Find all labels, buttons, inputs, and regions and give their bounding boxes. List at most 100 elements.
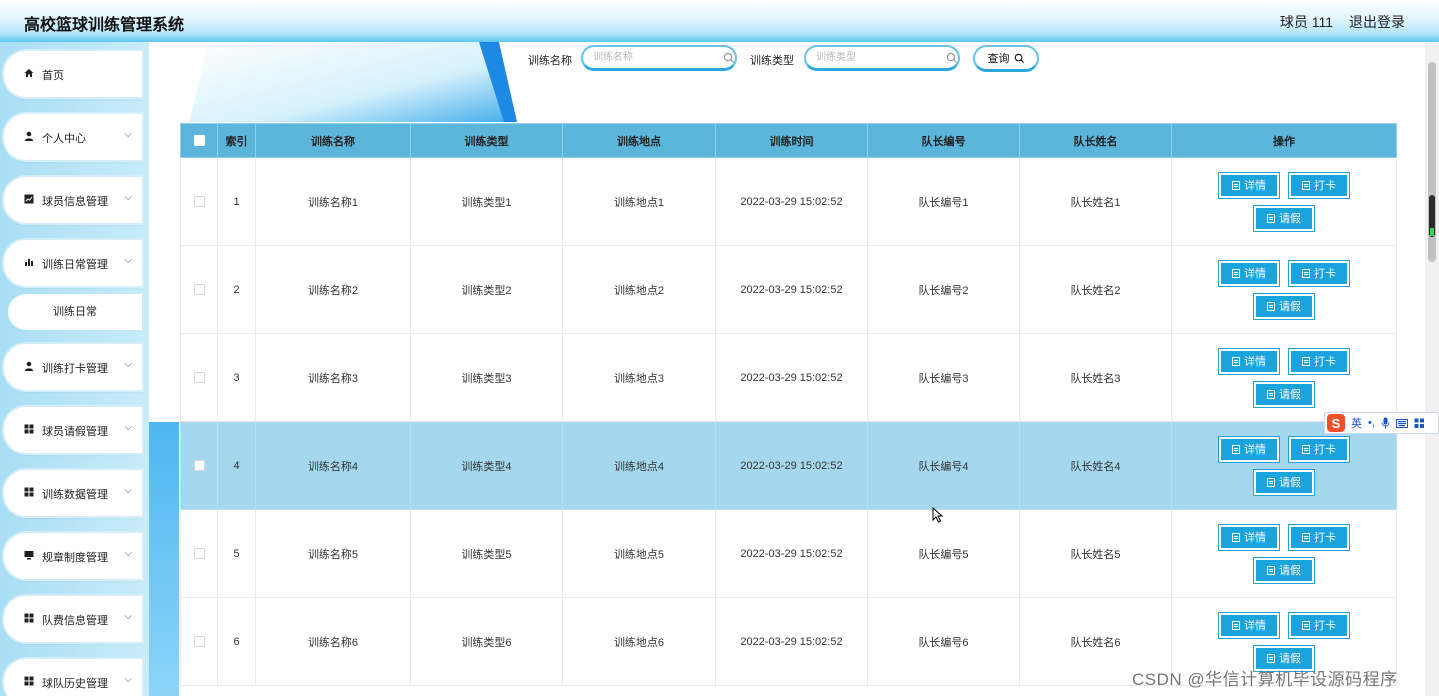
table-row[interactable]: 3 训练名称3 训练类型3 训练地点3 2022-03-29 15:02:52 队长编号3…: [180, 333, 1397, 422]
leave-button-label: 请假: [1279, 653, 1301, 665]
logout-link[interactable]: 退出登录: [1349, 12, 1405, 32]
grid-icon: [24, 613, 34, 623]
ime-mode[interactable]: 英: [1351, 415, 1362, 431]
row-checkbox[interactable]: [193, 284, 205, 296]
table-cell-name: 训练名称3: [255, 333, 411, 422]
table-row[interactable]: 5 训练名称5 训练类型5 训练地点5 2022-03-29 15:02:52 队长编号5…: [180, 509, 1397, 598]
checkin-button[interactable]: 打卡: [1288, 347, 1350, 375]
leave-button[interactable]: 请假: [1253, 292, 1315, 320]
checkin-button[interactable]: 打卡: [1288, 611, 1350, 639]
table-cell-index: 2: [217, 245, 256, 334]
table-cell-captain-name: 队长姓名1: [1019, 157, 1172, 246]
leave-button[interactable]: 请假: [1253, 468, 1315, 496]
sidebar-item-player-info[interactable]: 球员信息管理 ⌵: [4, 177, 142, 223]
sidebar-item-label: 训练日常管理: [42, 259, 108, 271]
leave-button[interactable]: 请假: [1253, 380, 1315, 408]
row-actions: 详情 打卡请假: [1209, 347, 1359, 408]
table-cell-captain-no: 队长编号2: [867, 245, 1020, 334]
detail-button[interactable]: 详情: [1218, 523, 1280, 551]
checkin-button[interactable]: 打卡: [1288, 523, 1350, 551]
detail-button[interactable]: 详情: [1218, 435, 1280, 463]
sidebar-item-personal-center[interactable]: 个人中心 ⌵: [4, 114, 142, 160]
detail-button[interactable]: 详情: [1218, 611, 1280, 639]
detail-button[interactable]: 详情: [1218, 347, 1280, 375]
sogou-logo-icon: S: [1327, 414, 1345, 432]
checkin-button[interactable]: 打卡: [1288, 171, 1350, 199]
type-search-input[interactable]: [804, 45, 960, 71]
row-actions: 详情 打卡请假: [1209, 171, 1359, 232]
sidebar-item-home[interactable]: 首页: [4, 51, 142, 97]
column-header: 索引: [217, 123, 256, 158]
document-icon: [1232, 356, 1240, 366]
document-icon: [1302, 444, 1310, 454]
sidebar-subitem-training-daily[interactable]: 训练日常: [8, 294, 142, 330]
microphone-icon[interactable]: [1381, 417, 1390, 429]
table-cell-type: 训练类型2: [410, 245, 563, 334]
app-title: 高校篮球训练管理系统: [24, 17, 185, 34]
row-select-cell[interactable]: [180, 597, 218, 686]
grid-icon[interactable]: [1414, 418, 1425, 429]
table-cell-place: 训练地点4: [562, 421, 716, 510]
punctuation-icon[interactable]: •,: [1368, 417, 1375, 429]
document-icon: [1232, 180, 1240, 190]
type-search-label: 训练类型: [750, 55, 794, 67]
sidebar-item-fees[interactable]: 队费信息管理 ⌵: [4, 596, 142, 642]
row-actions: 详情 打卡请假: [1209, 435, 1359, 496]
keyboard-icon[interactable]: [1395, 418, 1408, 428]
row-checkbox[interactable]: [193, 460, 205, 472]
row-checkbox[interactable]: [193, 636, 205, 648]
row-select-cell[interactable]: [180, 333, 218, 422]
checkin-button[interactable]: 打卡: [1288, 435, 1350, 463]
sidebar-item-training-data[interactable]: 训练数据管理 ⌵: [4, 470, 142, 516]
sidebar-item-training-daily[interactable]: 训练日常管理 ⌵: [4, 240, 142, 286]
row-checkbox[interactable]: [193, 372, 205, 384]
column-header: 训练名称: [255, 123, 411, 158]
table-cell-name: 训练名称6: [255, 597, 411, 686]
column-header: 队长姓名: [1019, 123, 1172, 158]
query-button[interactable]: 查询: [973, 45, 1039, 72]
row-checkbox[interactable]: [193, 548, 205, 560]
sidebar-item-leave[interactable]: 球员请假管理 ⌵: [4, 407, 142, 453]
row-select-cell[interactable]: [180, 421, 218, 510]
table-row[interactable]: 4 训练名称4 训练类型4 训练地点4 2022-03-29 15:02:52 队长编号4…: [180, 421, 1397, 510]
sidebar-item-history[interactable]: 球队历史管理 ⌵: [4, 659, 142, 696]
leave-button-label: 请假: [1279, 477, 1301, 489]
table-cell-time: 2022-03-29 15:02:52: [715, 245, 868, 334]
leave-button-label: 请假: [1279, 565, 1301, 577]
watermark: CSDN @华信计算机毕设源码程序: [1132, 670, 1398, 689]
sidebar-item-rules[interactable]: 规章制度管理 ⌵: [4, 533, 142, 579]
table-cell-index: 5: [217, 509, 256, 598]
chevron-down-icon: ⌵: [124, 255, 132, 266]
column-header: 训练地点: [562, 123, 716, 158]
chevron-down-icon: ⌵: [124, 674, 132, 685]
document-icon: [1302, 620, 1310, 630]
grid-icon: [24, 676, 34, 686]
sidebar-item-checkin[interactable]: 训练打卡管理 ⌵: [4, 344, 142, 390]
checkin-button-label: 打卡: [1314, 268, 1336, 280]
table-row[interactable]: 1 训练名称1 训练类型1 训练地点1 2022-03-29 15:02:52 队长编号1…: [180, 157, 1397, 246]
row-actions: 详情 打卡请假: [1209, 611, 1359, 672]
name-search-label: 训练名称: [528, 55, 572, 67]
row-select-cell[interactable]: [180, 245, 218, 334]
table-cell-type: 训练类型1: [410, 157, 563, 246]
chevron-down-icon: ⌵: [124, 129, 132, 140]
checkin-button[interactable]: 打卡: [1288, 259, 1350, 287]
leave-button[interactable]: 请假: [1253, 556, 1315, 584]
detail-button[interactable]: 详情: [1218, 259, 1280, 287]
table-row[interactable]: 2 训练名称2 训练类型2 训练地点2 2022-03-29 15:02:52 队长编号2…: [180, 245, 1397, 334]
table-cell-type: 训练类型4: [410, 421, 563, 510]
ime-toolbar[interactable]: S 英 •,: [1324, 412, 1439, 434]
name-search-input[interactable]: [581, 45, 737, 71]
select-all-cell[interactable]: [180, 123, 218, 158]
detail-button[interactable]: 详情: [1218, 171, 1280, 199]
row-select-cell[interactable]: [180, 157, 218, 246]
row-select-cell[interactable]: [180, 509, 218, 598]
leave-button[interactable]: 请假: [1253, 204, 1315, 232]
table-cell-captain-name: 队长姓名5: [1019, 509, 1172, 598]
detail-button-label: 详情: [1244, 444, 1266, 456]
row-checkbox[interactable]: [193, 196, 205, 208]
select-all-checkbox[interactable]: [193, 135, 205, 147]
table-cell-captain-name: 队长姓名3: [1019, 333, 1172, 422]
chevron-down-icon: ⌵: [124, 485, 132, 496]
document-icon: [1267, 565, 1275, 575]
